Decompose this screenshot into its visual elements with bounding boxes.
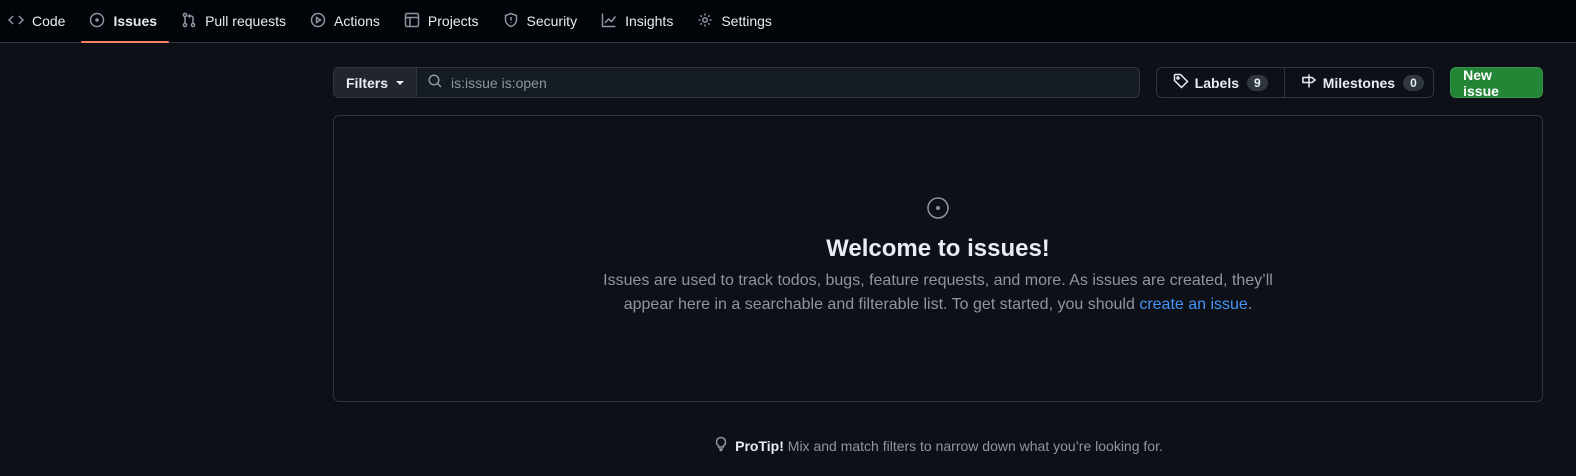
- tab-label: Code: [32, 13, 66, 29]
- tab-label: Issues: [113, 13, 158, 29]
- labels-milestones-group: Labels 9 Milestones 0: [1155, 67, 1435, 98]
- tab-issues[interactable]: Issues: [81, 0, 169, 43]
- search-field: [417, 68, 1139, 97]
- play-icon: [310, 12, 326, 31]
- blankslate-title: Welcome to issues!: [826, 235, 1050, 262]
- filters-button[interactable]: Filters: [334, 68, 418, 97]
- tab-projects[interactable]: Projects: [396, 0, 491, 42]
- tab-label: Pull requests: [205, 13, 286, 29]
- repo-nav: Code Issues Pull requests Actions Projec…: [0, 0, 1576, 43]
- tab-security[interactable]: Security: [495, 0, 590, 42]
- tab-settings[interactable]: Settings: [689, 0, 784, 42]
- blankslate-description: Issues are used to track todos, bugs, fe…: [598, 269, 1278, 317]
- gear-icon: [697, 12, 713, 31]
- protip-label: ProTip!: [735, 437, 784, 454]
- table-icon: [404, 12, 420, 31]
- labels-count: 9: [1247, 74, 1268, 91]
- milestone-icon: [1301, 73, 1317, 92]
- tab-label: Settings: [721, 13, 772, 29]
- blankslate-text-end: .: [1247, 296, 1253, 313]
- issues-toolbar: Filters Labels 9 Milestones 0 New issue: [333, 67, 1543, 99]
- tab-insights[interactable]: Insights: [593, 0, 685, 42]
- tab-label: Insights: [625, 13, 674, 29]
- issue-opened-icon: [926, 196, 950, 223]
- tab-code[interactable]: Code: [0, 0, 77, 42]
- milestones-label: Milestones: [1322, 74, 1396, 91]
- issues-blankslate: Welcome to issues! Issues are used to tr…: [333, 115, 1543, 402]
- filter-search-group: Filters: [333, 67, 1140, 98]
- protip-text: Mix and match filters to narrow down wha…: [787, 437, 1163, 454]
- milestones-button[interactable]: Milestones 0: [1283, 68, 1433, 97]
- search-icon: [427, 73, 443, 92]
- new-issue-button[interactable]: New issue: [1450, 67, 1543, 99]
- protip: ProTip! Mix and match filters to narrow …: [333, 436, 1543, 455]
- labels-label: Labels: [1194, 74, 1240, 91]
- tag-icon: [1173, 73, 1189, 92]
- tab-label: Security: [526, 13, 578, 29]
- issue-opened-icon: [89, 12, 105, 31]
- git-pull-request-icon: [181, 12, 197, 31]
- code-icon: [7, 12, 25, 31]
- filters-label: Filters: [346, 74, 389, 91]
- labels-button[interactable]: Labels 9: [1157, 68, 1284, 97]
- tab-label: Actions: [334, 13, 380, 29]
- milestones-count: 0: [1403, 74, 1424, 91]
- light-bulb-icon: [713, 436, 729, 455]
- graph-icon: [601, 12, 617, 31]
- search-input[interactable]: [451, 74, 1139, 91]
- shield-icon: [503, 12, 519, 31]
- chevron-down-icon: [396, 80, 405, 85]
- tab-pull-requests[interactable]: Pull requests: [173, 0, 298, 42]
- create-issue-link[interactable]: create an issue: [1139, 296, 1248, 313]
- tab-label: Projects: [427, 13, 479, 29]
- tab-actions[interactable]: Actions: [302, 0, 392, 42]
